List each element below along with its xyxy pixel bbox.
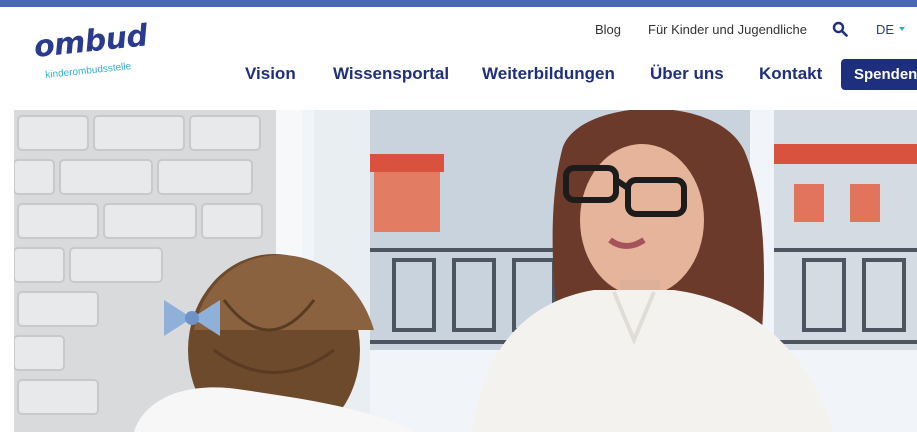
nav-item-weiterbildungen[interactable]: Weiterbildungen <box>482 64 615 84</box>
nav-item-ueber-uns[interactable]: Über uns <box>650 64 724 84</box>
nav-item-vision[interactable]: Vision <box>245 64 296 84</box>
search-icon[interactable] <box>832 21 848 37</box>
utility-link-kids[interactable]: Für Kinder und Jugendliche <box>648 22 807 37</box>
site-logo[interactable]: ombud kinderombudsstelle <box>32 18 166 92</box>
chevron-down-icon[interactable] <box>899 27 905 31</box>
nav-item-wissensportal[interactable]: Wissensportal <box>333 64 449 84</box>
nav-item-kontakt[interactable]: Kontakt <box>759 64 822 84</box>
language-selector[interactable]: DE <box>876 22 894 37</box>
top-accent-bar <box>0 0 917 7</box>
logo-tagline: kinderombudsstelle <box>44 61 132 81</box>
donate-button[interactable]: Spenden <box>841 59 917 90</box>
hero-image <box>14 110 917 432</box>
logo-wordmark: ombud <box>32 18 150 65</box>
utility-link-blog[interactable]: Blog <box>595 22 621 37</box>
